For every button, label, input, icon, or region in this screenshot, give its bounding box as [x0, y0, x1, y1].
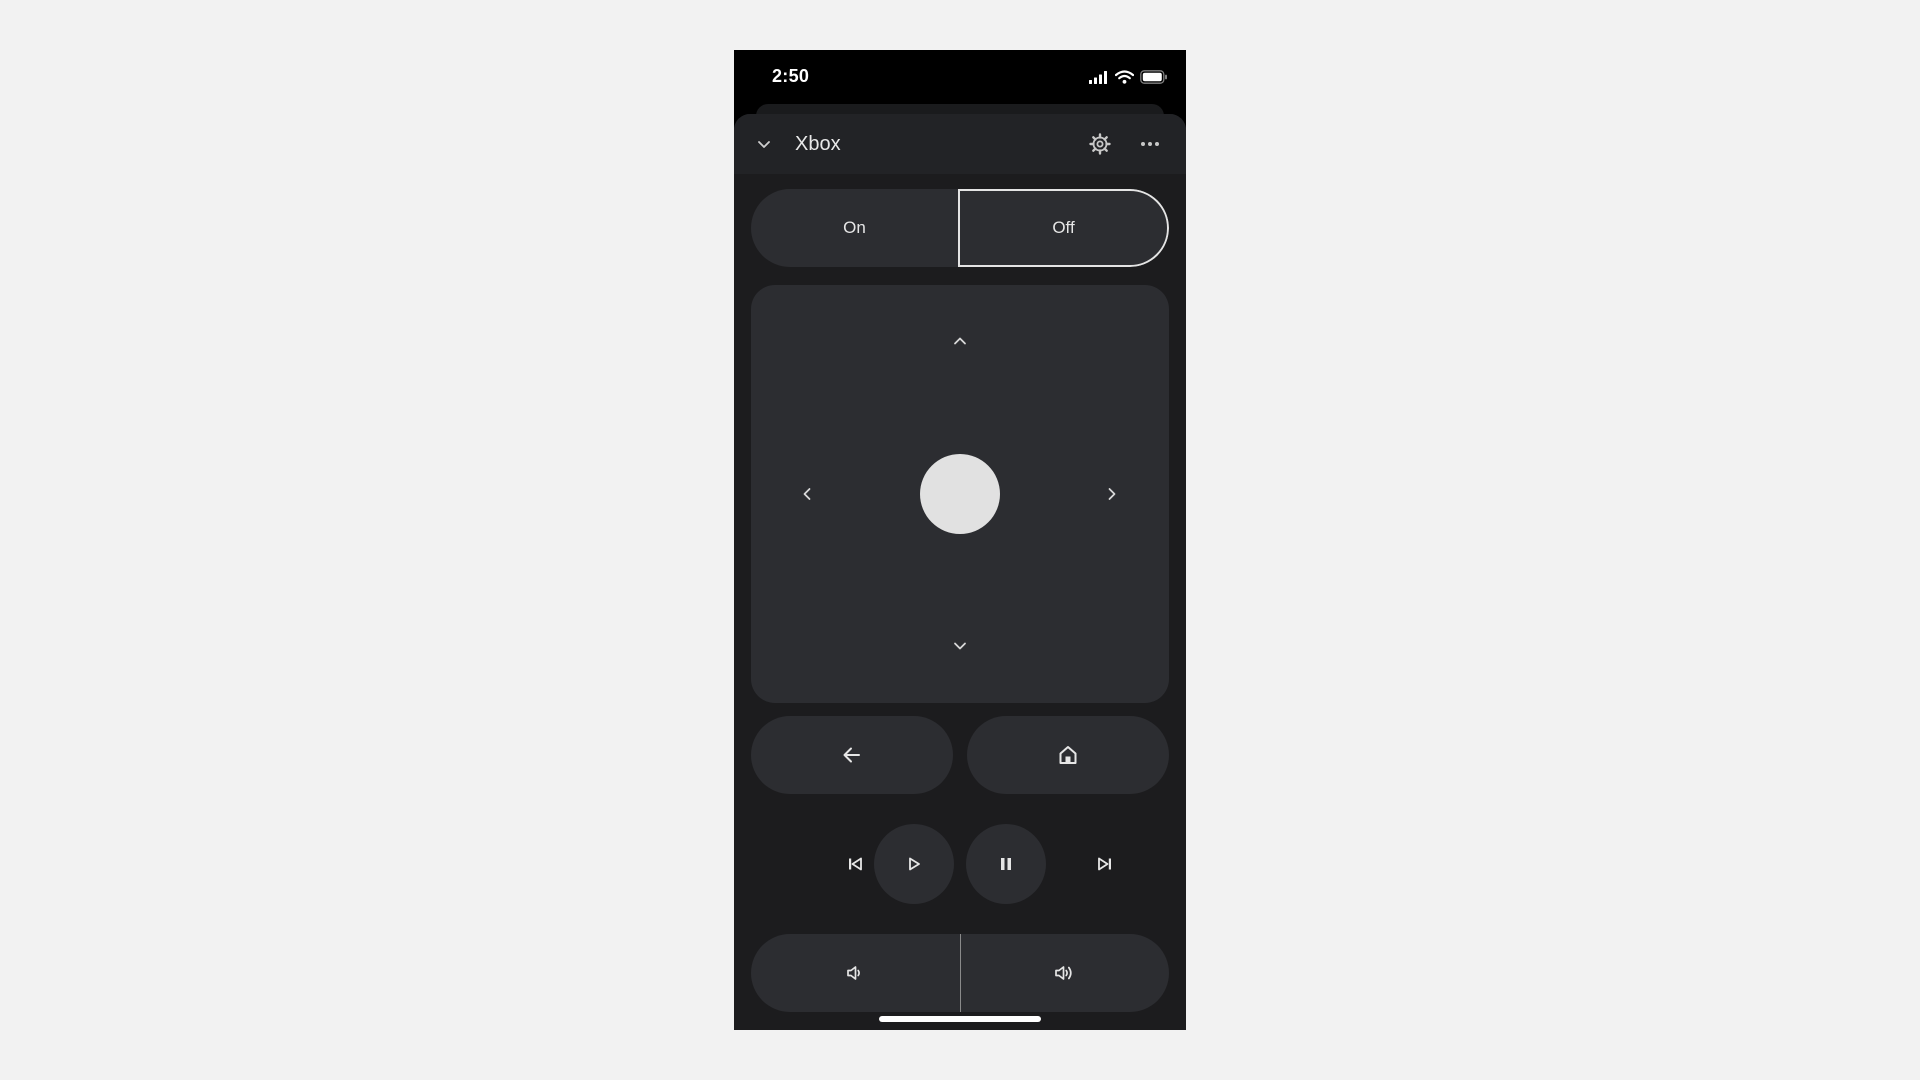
play-icon [909, 857, 920, 871]
remote-sheet: Xbox On Off [734, 114, 1186, 1030]
volume-up-icon [1054, 966, 1072, 980]
home-button[interactable] [967, 716, 1169, 794]
media-controls [734, 824, 1186, 904]
play-button[interactable] [874, 824, 954, 904]
chevron-down-icon [954, 642, 966, 650]
chevron-down-icon [758, 141, 770, 148]
settings-button[interactable] [1082, 126, 1118, 162]
status-icons [1089, 70, 1168, 84]
chevron-right-icon [1108, 488, 1116, 500]
power-on-button[interactable]: On [751, 189, 958, 267]
power-toggle: On Off [751, 189, 1169, 267]
dpad-select-button[interactable] [920, 454, 1000, 534]
dpad-left-button[interactable] [787, 474, 827, 514]
dpad-down-button[interactable] [940, 626, 980, 666]
gear-icon [1089, 133, 1111, 155]
chevron-up-icon [954, 337, 966, 345]
collapse-button[interactable] [748, 128, 780, 160]
skip-next-icon [1098, 857, 1111, 871]
volume-control [751, 934, 1169, 1012]
wifi-icon [1115, 70, 1134, 84]
status-time: 2:50 [772, 66, 810, 86]
home-indicator[interactable] [879, 1016, 1041, 1022]
arrow-back-icon [843, 747, 860, 763]
more-horizontal-icon [1141, 142, 1159, 146]
skip-previous-button[interactable] [835, 844, 875, 884]
power-off-button[interactable]: Off [958, 189, 1169, 267]
phone-screen: 2:50 Xbox On Off [734, 50, 1186, 1030]
skip-previous-icon [849, 857, 862, 871]
skip-next-button[interactable] [1085, 844, 1125, 884]
status-bar: 2:50 [734, 50, 1186, 102]
device-title: Xbox [795, 133, 841, 155]
chevron-left-icon [803, 488, 811, 500]
remote-header: Xbox [734, 114, 1186, 174]
cellular-signal-icon [1089, 70, 1107, 84]
dpad-right-button[interactable] [1092, 474, 1132, 514]
dpad [751, 285, 1169, 703]
dpad-up-button[interactable] [940, 321, 980, 361]
volume-down-icon [847, 966, 861, 980]
volume-down-button[interactable] [751, 934, 960, 1012]
volume-up-button[interactable] [961, 934, 1170, 1012]
more-options-button[interactable] [1132, 126, 1168, 162]
home-icon [1059, 746, 1077, 764]
pause-button[interactable] [966, 824, 1046, 904]
back-button[interactable] [751, 716, 953, 794]
battery-icon [1140, 70, 1167, 84]
pause-icon [1001, 858, 1011, 870]
